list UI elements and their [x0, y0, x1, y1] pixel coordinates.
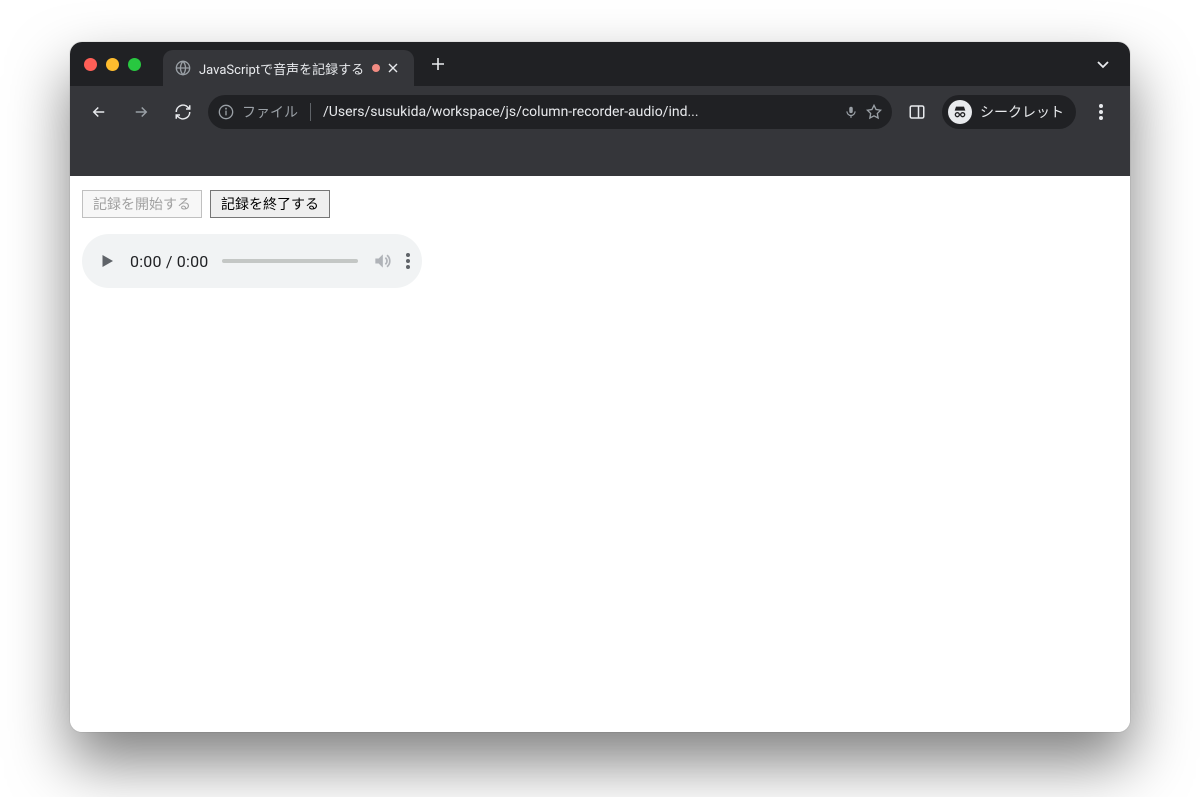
browser-toolbar: ファイル /Users/susukida/workspace/js/column…	[70, 86, 1130, 138]
play-icon[interactable]	[98, 252, 116, 270]
reload-button[interactable]	[166, 95, 200, 129]
button-row: 記録を開始する 記録を終了する	[82, 190, 1118, 218]
titlebar: JavaScriptで音声を記録する	[70, 42, 1130, 86]
recording-indicator-icon	[372, 64, 380, 72]
window-minimize-button[interactable]	[106, 58, 119, 71]
stop-recording-button[interactable]: 記録を終了する	[210, 190, 330, 218]
window-maximize-button[interactable]	[128, 58, 141, 71]
forward-button[interactable]	[124, 95, 158, 129]
tab-title: JavaScriptで音声を記録する	[199, 59, 364, 78]
browser-menu-button[interactable]	[1084, 95, 1118, 129]
globe-icon	[175, 60, 191, 76]
incognito-label: シークレット	[980, 102, 1064, 122]
audio-seek-slider[interactable]	[222, 259, 358, 263]
page-content: 記録を開始する 記録を終了する 0:00 / 0:00	[70, 176, 1130, 732]
voice-search-icon[interactable]	[844, 105, 858, 119]
side-panel-button[interactable]	[900, 95, 934, 129]
url-text: /Users/susukida/workspace/js/column-reco…	[323, 104, 836, 120]
audio-current-time: 0:00	[130, 252, 162, 271]
window-close-button[interactable]	[84, 58, 97, 71]
window-controls	[84, 58, 141, 71]
start-recording-button[interactable]: 記録を開始する	[82, 190, 202, 218]
site-info-icon[interactable]	[218, 104, 234, 120]
volume-icon[interactable]	[372, 251, 392, 271]
back-button[interactable]	[82, 95, 116, 129]
audio-time-display: 0:00 / 0:00	[130, 252, 208, 271]
incognito-icon	[948, 100, 972, 124]
audio-menu-button[interactable]	[406, 253, 410, 269]
incognito-indicator[interactable]: シークレット	[942, 95, 1076, 129]
bookmark-icon[interactable]	[866, 104, 882, 120]
audio-player[interactable]: 0:00 / 0:00	[82, 234, 422, 288]
address-bar[interactable]: ファイル /Users/susukida/workspace/js/column…	[208, 95, 892, 129]
browser-window: JavaScriptで音声を記録する	[70, 42, 1130, 732]
new-tab-button[interactable]	[424, 50, 452, 78]
url-scheme-label: ファイル	[242, 102, 298, 122]
tab-search-button[interactable]	[1090, 57, 1116, 71]
bookmarks-bar	[70, 138, 1130, 176]
tab-close-button[interactable]	[388, 63, 404, 73]
separator	[310, 103, 311, 121]
browser-tab[interactable]: JavaScriptで音声を記録する	[163, 50, 414, 86]
audio-duration: 0:00	[177, 252, 209, 271]
